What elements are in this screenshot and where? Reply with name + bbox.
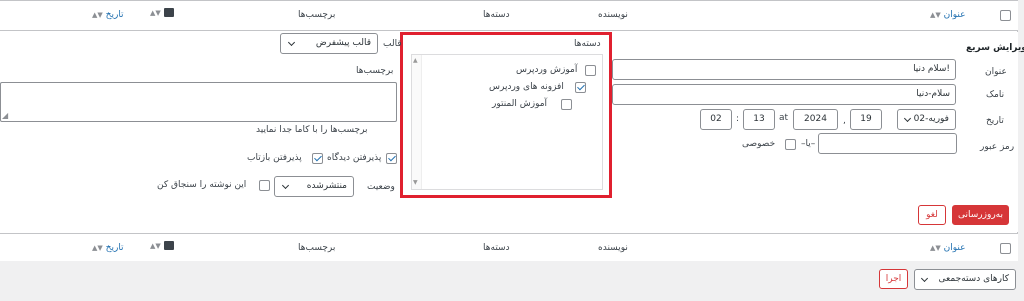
allow-pings-checkbox[interactable]	[312, 153, 323, 164]
column-title-header[interactable]: ▲▼ عنوان	[930, 10, 966, 20]
category-label: افزونه های وردپرس	[489, 82, 564, 92]
quick-edit-heading: ویرایش سریع	[966, 43, 1024, 53]
password-input[interactable]	[818, 133, 957, 154]
categories-checklist[interactable]: ▲ ▼ آموزش وردپرس افزونه های وردپرس آموزش…	[411, 54, 603, 190]
column-author-label: نویسنده	[598, 243, 628, 253]
speech-bubble-icon	[163, 241, 174, 250]
checklist-scrollbar[interactable]: ▲ ▼	[412, 55, 422, 189]
slug-label: نامک	[986, 90, 1005, 100]
slug-input[interactable]: سلام-دنیا	[612, 84, 956, 105]
apply-button[interactable]: اجرا	[879, 269, 908, 289]
status-select[interactable]: منتشرشده	[274, 176, 354, 197]
category-checkbox[interactable]	[561, 99, 572, 110]
category-label: آموزش وردپرس	[516, 65, 578, 75]
date-month-select[interactable]: 02-فوریه	[897, 109, 956, 130]
sort-arrows-icon: ▲▼	[930, 244, 941, 252]
password-label: رمز عبور	[980, 142, 1015, 152]
allow-comments-label: پذیرفتن دیدگاه	[327, 153, 382, 163]
resize-handle-icon: ◢	[2, 111, 9, 120]
column-tags-label: برچسب‌ها	[298, 10, 336, 20]
column-title-label: عنوان	[943, 10, 966, 20]
column-comments-header[interactable]: ▲▼	[150, 241, 174, 251]
status-value: منتشرشده	[306, 181, 347, 191]
chevron-down-icon	[281, 181, 290, 190]
chevron-down-icon	[287, 38, 296, 47]
select-all-checkbox[interactable]	[1000, 243, 1011, 254]
date-label: تاریخ	[986, 116, 1004, 126]
table-header-row: ▲▼ عنوان نویسنده دسته‌ها برچسب‌ها ▲▼ ▲▼ …	[0, 1, 1018, 31]
bulk-actions-select[interactable]: کارهای دسته‌جمعی	[914, 269, 1016, 290]
column-tags-label: برچسب‌ها	[298, 243, 336, 253]
template-select[interactable]: قالب پیشفرض	[280, 33, 378, 54]
private-label: خصوصی	[742, 139, 776, 149]
bulk-actions-value: کارهای دسته‌جمعی	[938, 274, 1009, 284]
date-year-input[interactable]: 2024	[793, 109, 838, 130]
allow-comments-checkbox[interactable]	[386, 153, 397, 164]
sort-arrows-icon: ▲▼	[150, 9, 161, 17]
status-label: وضعیت	[367, 182, 395, 192]
date-minute-input[interactable]: 02	[700, 109, 732, 130]
column-categories-label: دسته‌ها	[483, 243, 510, 253]
date-day-input[interactable]: 19	[850, 109, 882, 130]
chevron-down-icon	[903, 114, 912, 123]
sticky-label: این نوشته را سنجاق کن	[157, 180, 247, 190]
column-comments-header[interactable]: ▲▼	[150, 8, 174, 18]
categories-highlight-box: دسته‌ها ▲ ▼ آموزش وردپرس افزونه های وردپ…	[400, 32, 612, 198]
tags-hint: برچسب‌ها را با کاما جدا نمایید	[256, 125, 368, 135]
sticky-checkbox[interactable]	[259, 180, 270, 191]
posts-table: ▲▼ عنوان نویسنده دسته‌ها برچسب‌ها ▲▼ ▲▼ …	[0, 0, 1024, 261]
scroll-up-icon: ▲	[413, 57, 418, 64]
date-hour-input[interactable]: 13	[743, 109, 775, 130]
template-label: قالب	[383, 39, 402, 49]
column-date-label: تاریخ	[105, 10, 124, 20]
sort-arrows-icon: ▲▼	[92, 11, 103, 19]
template-value: قالب پیشفرض	[315, 38, 371, 48]
title-input[interactable]: سلام دنیا!	[612, 59, 956, 80]
column-title-label: عنوان	[943, 243, 966, 253]
category-checkbox[interactable]	[575, 82, 586, 93]
private-checkbox[interactable]	[785, 139, 796, 150]
cancel-button[interactable]: لغو	[918, 205, 946, 225]
password-or-text: –یا–	[801, 139, 816, 149]
date-at-label: at	[779, 113, 789, 123]
column-categories-label: دسته‌ها	[483, 10, 510, 20]
sort-arrows-icon: ▲▼	[930, 11, 941, 19]
select-all-checkbox[interactable]	[1000, 10, 1011, 21]
column-date-header[interactable]: ▲▼ تاریخ	[92, 10, 124, 20]
title-label: عنوان	[985, 67, 1007, 77]
column-title-header[interactable]: ▲▼ عنوان	[930, 243, 966, 253]
categories-label: دسته‌ها	[574, 39, 601, 49]
sort-arrows-icon: ▲▼	[150, 242, 161, 250]
update-button[interactable]: به‌روزرسانی	[952, 205, 1009, 225]
tags-textarea[interactable]: ◢	[0, 82, 397, 122]
date-month-value: 02-فوریه	[913, 114, 949, 124]
column-date-header[interactable]: ▲▼ تاریخ	[92, 243, 124, 253]
category-checkbox[interactable]	[585, 65, 596, 76]
allow-pings-label: پذیرفتن بازتاب	[247, 153, 302, 163]
chevron-down-icon	[920, 274, 929, 283]
column-author-label: نویسنده	[598, 10, 628, 20]
tags-label: برچسب‌ها	[356, 66, 394, 76]
table-footer-row: ▲▼ عنوان نویسنده دسته‌ها برچسب‌ها ▲▼ ▲▼ …	[0, 233, 1018, 261]
scroll-down-icon: ▼	[413, 179, 418, 186]
column-date-label: تاریخ	[105, 243, 124, 253]
category-label: آموزش المنتور	[492, 99, 548, 109]
quick-edit-panel: ویرایش سریع عنوان سلام دنیا! نامک سلام-د…	[0, 32, 1024, 232]
sort-arrows-icon: ▲▼	[92, 244, 103, 252]
speech-bubble-icon	[163, 8, 174, 17]
